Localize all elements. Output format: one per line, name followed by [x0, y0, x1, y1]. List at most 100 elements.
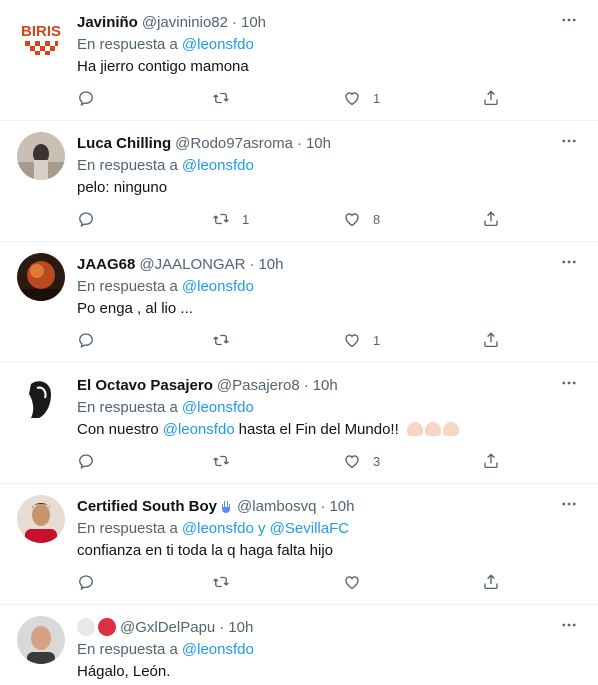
retweet-icon [212, 210, 230, 228]
reply-button[interactable] [77, 208, 95, 230]
share-button[interactable] [482, 571, 500, 593]
like-icon [343, 89, 361, 107]
tweet[interactable]: @GxlDelPapu · 10h En respuesta a @leonsf… [0, 605, 598, 685]
like-button[interactable]: 3 [343, 450, 380, 472]
more-icon [560, 374, 578, 392]
like-button[interactable]: 1 [343, 329, 380, 351]
avatar[interactable] [17, 495, 65, 543]
retweet-button[interactable] [212, 329, 230, 351]
user-handle[interactable]: @javininio82 [142, 14, 228, 31]
retweet-button[interactable]: 1 [212, 208, 249, 230]
avatar[interactable] [17, 132, 65, 180]
tweet[interactable]: BIRIS Javiniño @javininio82 · 10h En res… [0, 0, 598, 121]
like-icon [343, 210, 361, 228]
white-circle-emoji [77, 618, 95, 636]
share-icon [482, 210, 500, 228]
timestamp[interactable]: 10h [313, 377, 338, 394]
retweet-count: 1 [242, 211, 250, 227]
avatar[interactable]: BIRIS [17, 11, 65, 59]
retweet-button[interactable] [212, 450, 230, 472]
reply-mention-link[interactable]: @leonsfdo [182, 278, 254, 295]
flexed-biceps-emoji [406, 422, 459, 436]
inline-mention-link[interactable]: @leonsfdo [163, 421, 235, 438]
timestamp[interactable]: 10h [241, 14, 266, 31]
display-name[interactable]: Certified South Boy [77, 498, 217, 515]
reply-mention-link[interactable]: @leonsfdo y @SevillaFC [182, 520, 349, 537]
tweet[interactable]: Certified South Boy @lambosvq · 10h En r… [0, 484, 598, 605]
reply-feed: BIRIS Javiniño @javininio82 · 10h En res… [0, 0, 598, 685]
reply-mention-link[interactable]: @leonsfdo [182, 399, 254, 416]
display-name[interactable]: El Octavo Pasajero [77, 377, 213, 394]
reply-button[interactable] [77, 329, 95, 351]
more-icon [560, 495, 578, 513]
display-name[interactable]: JAAG68 [77, 256, 135, 273]
avatar[interactable] [17, 253, 65, 301]
reply-context-label: En respuesta a [77, 277, 178, 295]
more-options-button[interactable] [560, 374, 578, 392]
like-button[interactable]: 1 [343, 87, 380, 109]
timestamp[interactable]: 10h [306, 135, 331, 152]
share-button[interactable] [482, 450, 500, 472]
more-options-button[interactable] [560, 11, 578, 29]
user-handle[interactable]: @JAALONGAR [139, 256, 245, 273]
retweet-icon [212, 89, 230, 107]
tweet-text: Con nuestro @leonsfdo hasta el Fin del M… [77, 418, 582, 440]
reply-icon [77, 89, 95, 107]
share-button[interactable] [482, 208, 500, 230]
avatar[interactable] [17, 374, 65, 422]
timestamp[interactable]: 10h [329, 498, 354, 515]
circle-emojis [77, 618, 116, 636]
like-count: 3 [373, 453, 381, 469]
reply-mention-link[interactable]: @leonsfdo [182, 641, 254, 658]
like-count: 1 [373, 90, 381, 106]
reply-icon [77, 210, 95, 228]
reply-mention-link[interactable]: @leonsfdo [182, 157, 254, 174]
more-options-button[interactable] [560, 616, 578, 634]
user-handle[interactable]: @Rodo97asroma [175, 135, 293, 152]
display-name[interactable]: Javiniño [77, 14, 138, 31]
tweet[interactable]: El Octavo Pasajero @Pasajero8 · 10h En r… [0, 363, 598, 484]
share-button[interactable] [482, 87, 500, 109]
avatar[interactable] [17, 616, 65, 664]
tweet[interactable]: Luca Chilling @Rodo97asroma · 10h En res… [0, 121, 598, 242]
reply-icon [77, 331, 95, 349]
red-circle-emoji [98, 618, 116, 636]
more-icon [560, 11, 578, 29]
like-count: 8 [373, 211, 381, 227]
display-name[interactable]: Luca Chilling [77, 135, 171, 152]
reply-icon [77, 573, 95, 591]
timestamp[interactable]: 10h [228, 619, 253, 636]
reply-button[interactable] [77, 571, 95, 593]
more-options-button[interactable] [560, 253, 578, 271]
like-icon [343, 452, 361, 470]
tweet[interactable]: JAAG68 @JAALONGAR · 10h En respuesta a @… [0, 242, 598, 363]
retweet-button[interactable] [212, 87, 230, 109]
retweet-icon [212, 331, 230, 349]
user-handle[interactable]: @lambosvq [237, 498, 316, 515]
timestamp[interactable]: 10h [258, 256, 283, 273]
more-options-button[interactable] [560, 132, 578, 150]
like-icon [343, 573, 361, 591]
svg-text:BIRIS: BIRIS [21, 23, 61, 40]
user-handle[interactable]: @GxlDelPapu [120, 619, 215, 636]
more-icon [560, 616, 578, 634]
more-options-button[interactable] [560, 495, 578, 513]
like-icon [343, 331, 361, 349]
tweet-text: confianza en ti toda la q haga falta hij… [77, 541, 334, 559]
share-icon [482, 331, 500, 349]
share-button[interactable] [482, 329, 500, 351]
reply-button[interactable] [77, 87, 95, 109]
hamsa-emoji [222, 501, 231, 513]
like-button[interactable] [343, 571, 361, 593]
reply-context-label: En respuesta a [77, 398, 178, 416]
like-button[interactable]: 8 [343, 208, 380, 230]
like-count: 1 [373, 332, 381, 348]
more-icon [560, 132, 578, 150]
reply-context-label: En respuesta a [77, 519, 178, 537]
reply-button[interactable] [77, 450, 95, 472]
retweet-button[interactable] [212, 571, 230, 593]
reply-mention-link[interactable]: @leonsfdo [182, 36, 254, 53]
tweet-text: Ha jierro contigo mamona [77, 57, 249, 75]
tweet-text: pelo: ninguno [77, 178, 168, 196]
user-handle[interactable]: @Pasajero8 [217, 377, 300, 394]
